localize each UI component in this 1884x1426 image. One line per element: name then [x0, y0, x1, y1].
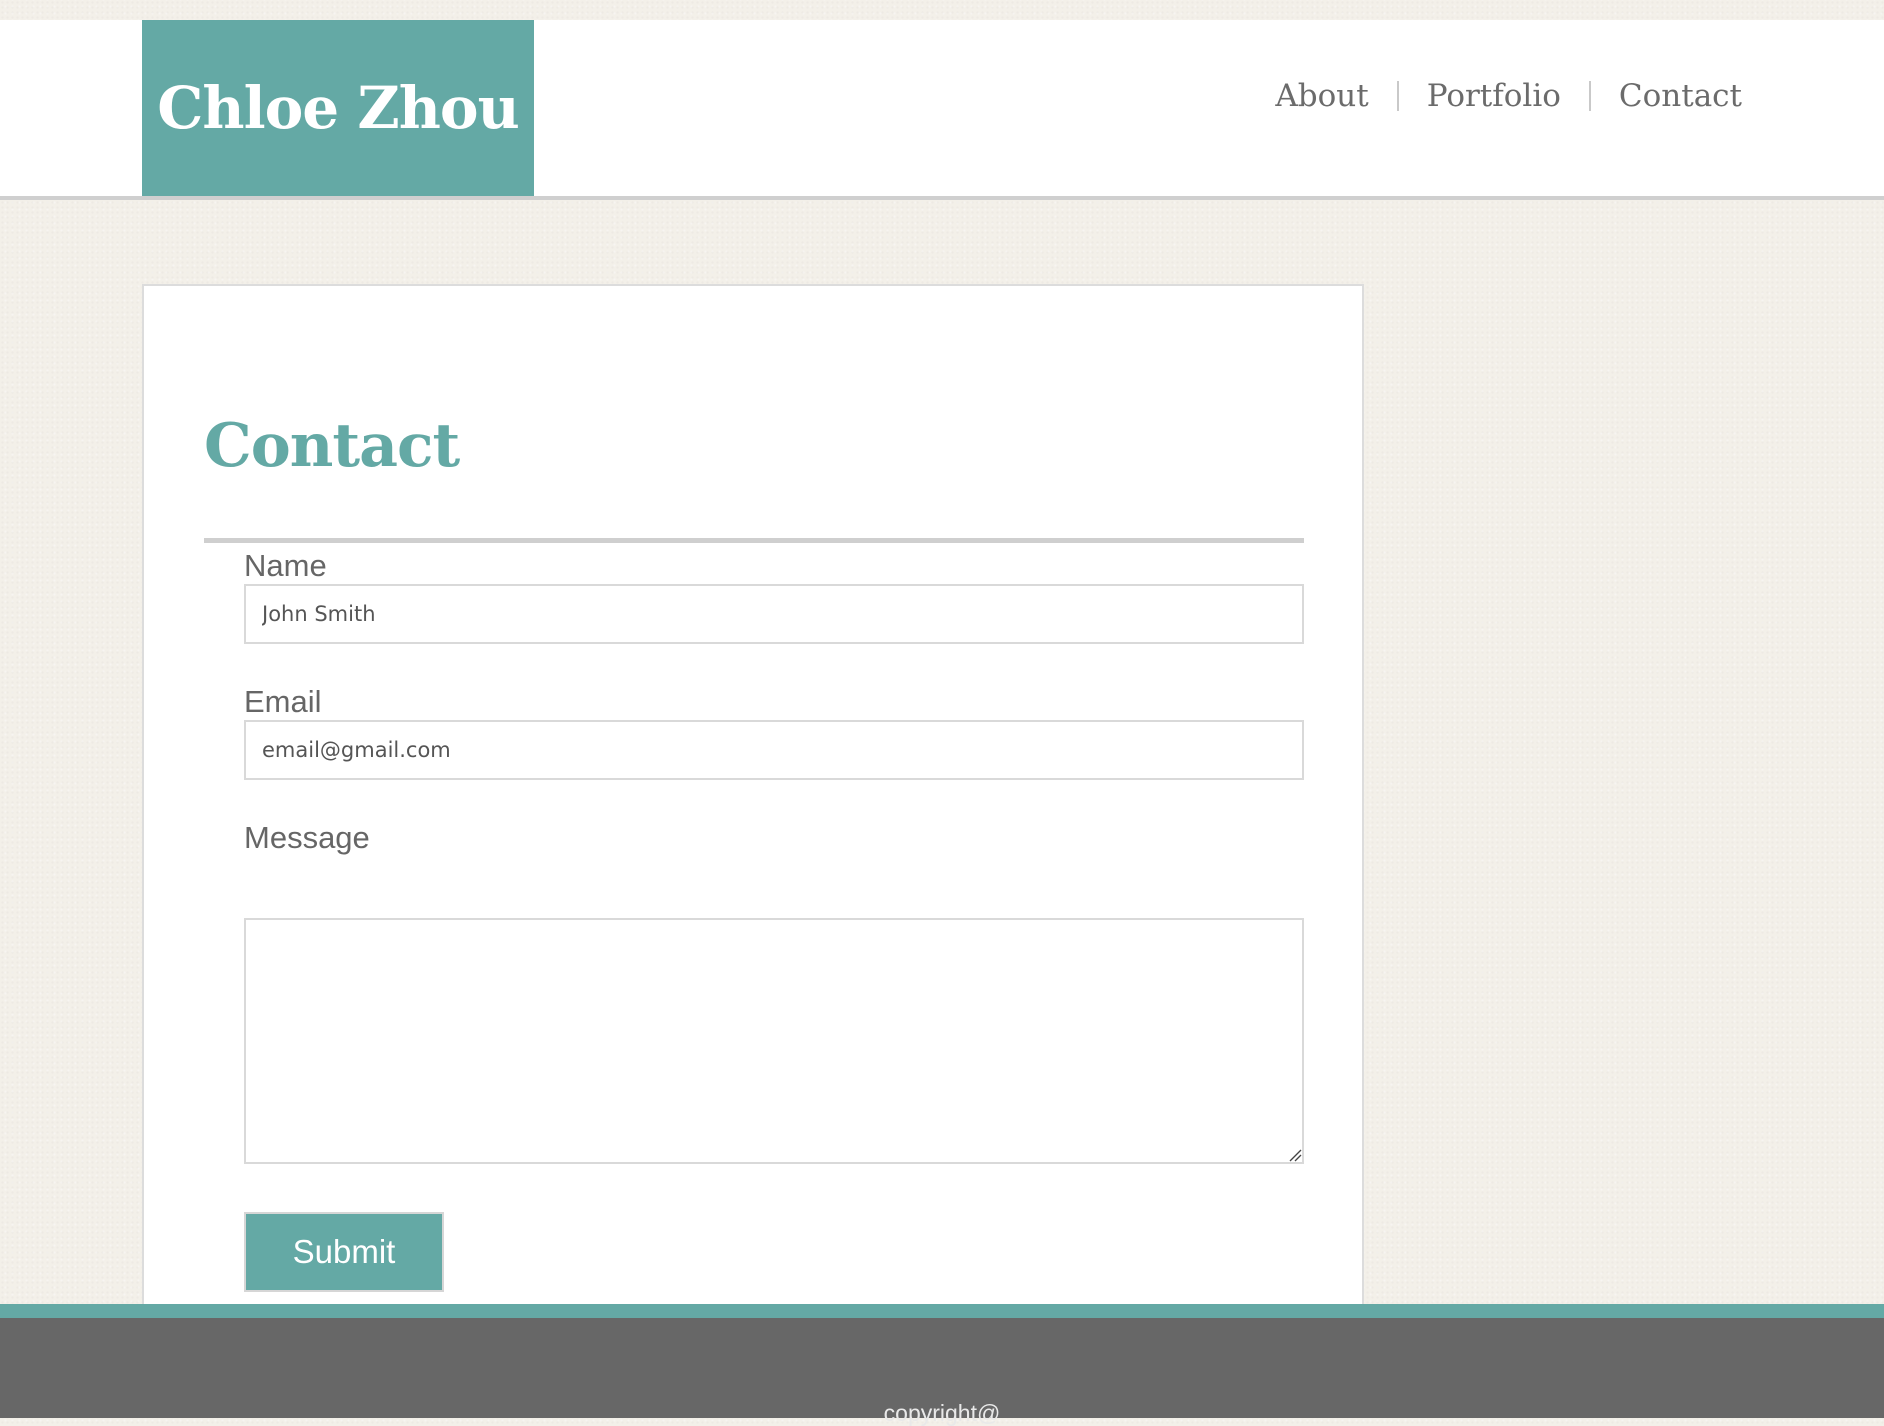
nav-separator: [1588, 81, 1591, 111]
title-divider: [204, 538, 1304, 543]
contact-card: Contact Name Email Message Submit: [142, 284, 1364, 1304]
name-input[interactable]: [244, 584, 1304, 644]
email-label: Email: [244, 684, 322, 719]
submit-button[interactable]: Submit: [244, 1212, 444, 1292]
message-textarea[interactable]: [244, 918, 1304, 1164]
site-footer: copyright@: [0, 1304, 1884, 1425]
copyright-text: copyright@: [883, 1400, 1001, 1426]
site-header: Chloe Zhou About Portfolio Contact: [0, 20, 1884, 200]
message-label: Message: [244, 820, 370, 855]
site-logo[interactable]: Chloe Zhou: [142, 20, 534, 196]
resize-grip-icon[interactable]: [1288, 1148, 1302, 1162]
main-nav: About Portfolio Contact: [1275, 78, 1742, 114]
nav-link-contact[interactable]: Contact: [1619, 78, 1742, 114]
nav-link-about[interactable]: About: [1275, 78, 1368, 114]
nav-separator: [1396, 81, 1399, 111]
email-input[interactable]: [244, 720, 1304, 780]
site-title[interactable]: Chloe Zhou: [157, 74, 520, 142]
name-label: Name: [244, 548, 327, 583]
nav-link-portfolio[interactable]: Portfolio: [1427, 78, 1561, 114]
page-title: Contact: [204, 411, 460, 481]
